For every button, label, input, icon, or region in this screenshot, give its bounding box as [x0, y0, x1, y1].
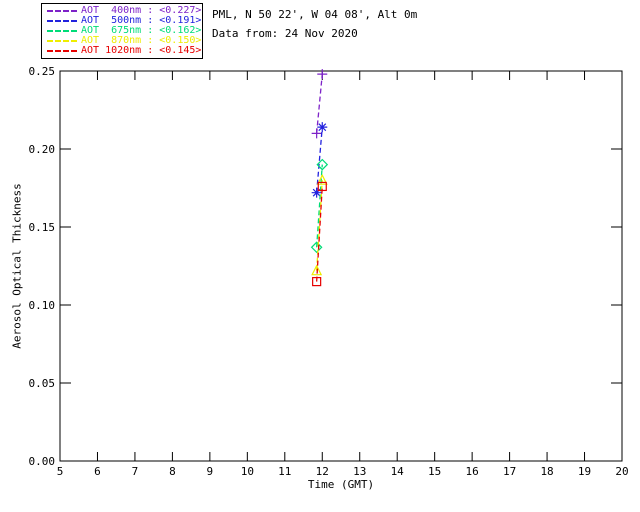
y-tick-label: 0.20	[29, 143, 56, 156]
y-tick-label: 0.00	[29, 455, 56, 468]
x-tick-label: 17	[503, 465, 516, 478]
x-tick-label: 12	[316, 465, 329, 478]
x-tick-label: 16	[466, 465, 479, 478]
x-tick-label: 14	[391, 465, 405, 478]
x-tick-label: 7	[132, 465, 139, 478]
x-tick-label: 19	[578, 465, 591, 478]
y-tick-label: 0.10	[29, 299, 56, 312]
x-tick-label: 11	[278, 465, 291, 478]
x-tick-label: 9	[207, 465, 214, 478]
x-tick-label: 15	[428, 465, 441, 478]
marker-asterisk	[317, 122, 327, 132]
x-tick-label: 18	[540, 465, 553, 478]
axes-frame	[60, 71, 622, 461]
x-tick-label: 5	[57, 465, 64, 478]
x-tick-label: 10	[241, 465, 254, 478]
x-tick-label: 8	[169, 465, 176, 478]
x-tick-label: 20	[615, 465, 628, 478]
y-tick-label: 0.15	[29, 221, 56, 234]
plot-area: 5 6 7 8 9 10 11 12 13 14 15 16 17 18 19 20 0.00 0.05 0.10 0…	[0, 0, 640, 512]
x-tick-label: 13	[353, 465, 366, 478]
y-tick-label: 0.25	[29, 65, 56, 78]
aot-time-series-plot: AOT 400nm : <0.227>AOT 500nm : <0.191>AO…	[0, 0, 640, 512]
x-tick-label: 6	[94, 465, 101, 478]
y-tick-label: 0.05	[29, 377, 56, 390]
